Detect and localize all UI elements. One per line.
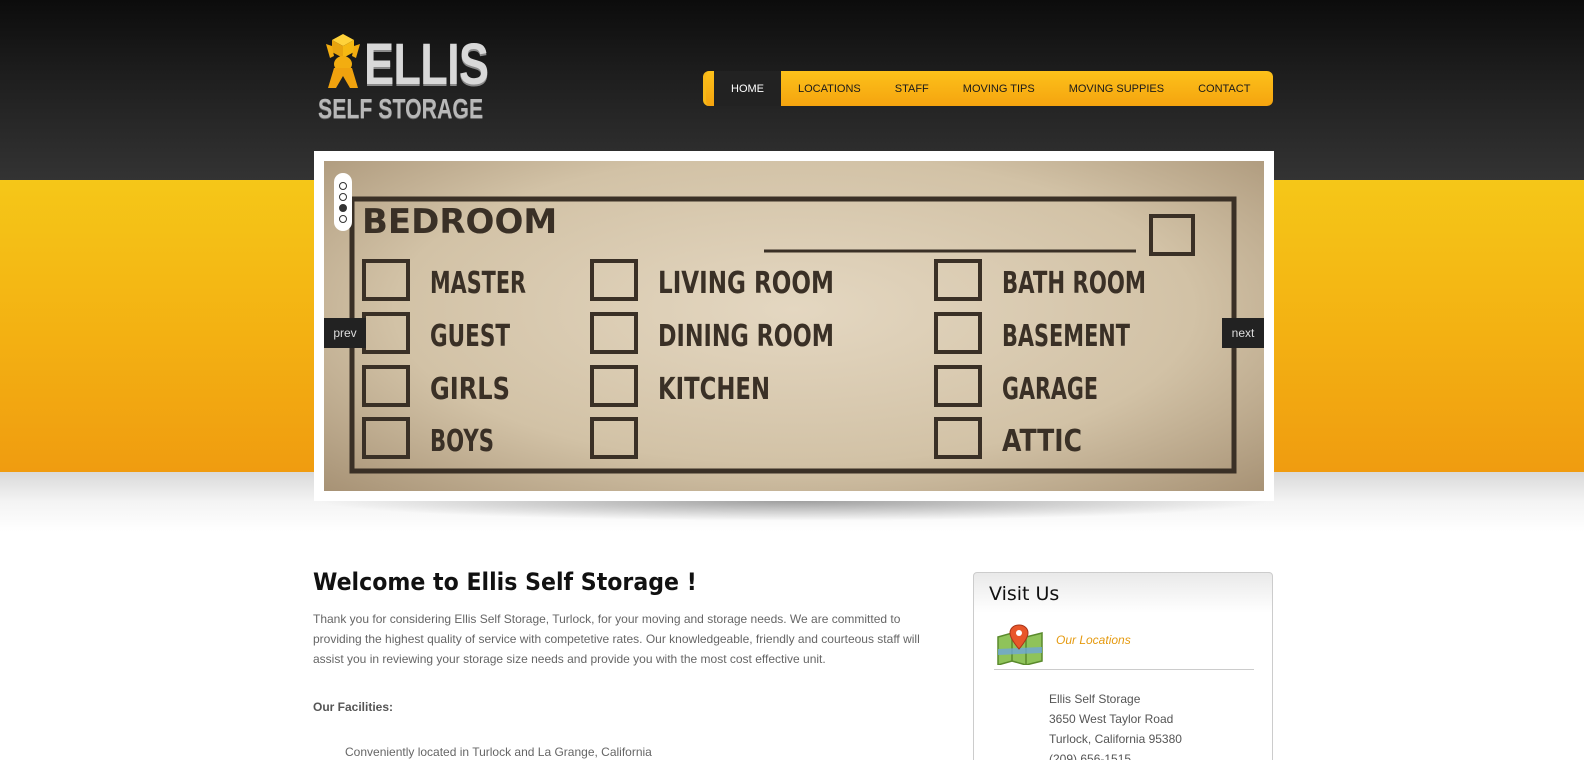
address-block: Ellis Self Storage 3650 West Taylor Road…: [1049, 689, 1182, 760]
intro-paragraph: Thank you for considering Ellis Self Sto…: [313, 612, 920, 666]
nav-staff[interactable]: STAFF: [878, 71, 946, 106]
visit-us-title: Visit Us: [989, 583, 1060, 605]
slider-dot-1[interactable]: [339, 181, 347, 190]
slide-label: BATH ROOM: [1002, 266, 1146, 301]
slide-label: ATTIC: [1002, 424, 1082, 459]
welcome-heading: Welcome to Ellis Self Storage !: [313, 568, 697, 596]
slide-checkbox: [590, 365, 638, 407]
slider-dot-4[interactable]: [339, 214, 347, 223]
logo-tagline: SELF STORAGE: [318, 93, 484, 124]
slide-checkbox: [934, 365, 982, 407]
nav-contact[interactable]: CONTACT: [1181, 71, 1267, 106]
nav-moving-tips[interactable]: MOVING TIPS: [946, 71, 1052, 106]
logo-wordmark: ELLIS: [364, 32, 489, 97]
image-slider: BEDROOM MASTER GUEST GIRLS BOYS LIVING ROOM D…: [314, 151, 1274, 501]
address-phone: (209) 656-1515: [1049, 752, 1132, 760]
welcome-suffix: !: [679, 568, 697, 596]
slide-checkbox: [590, 312, 638, 354]
slider-next-button[interactable]: next: [1222, 318, 1264, 348]
slide-label: LIVING ROOM: [658, 266, 834, 301]
welcome-brand: Ellis Self Storage: [466, 568, 680, 596]
slider-prev-button[interactable]: prev: [324, 318, 366, 348]
slider-dot-3[interactable]: [339, 203, 347, 212]
main-nav: HOME LOCATIONS STAFF MOVING TIPS MOVING …: [703, 71, 1273, 106]
slide-title: BEDROOM: [362, 202, 557, 242]
address-name: Ellis Self Storage: [1049, 692, 1141, 706]
slide-bedroom-label: BEDROOM MASTER GUEST GIRLS BOYS LIVING ROOM D…: [324, 161, 1264, 491]
address-street: 3650 West Taylor Road: [1049, 712, 1174, 726]
slide-label: KITCHEN: [658, 372, 770, 407]
slide-checkbox: [362, 417, 410, 459]
slider-shadow: [314, 501, 1274, 521]
facility-list-item: Conveniently located in Turlock and La G…: [345, 745, 652, 759]
visit-us-box: Visit Us Our Locations Ellis Self Storag…: [973, 572, 1273, 760]
slide-checkbox: [590, 259, 638, 301]
slide-label: BASEMENT: [1002, 319, 1130, 354]
slide-checkbox: [590, 417, 638, 459]
nav-moving-supplies[interactable]: MOVING SUPPIES: [1052, 71, 1181, 106]
address-city: Turlock, California 95380: [1049, 732, 1182, 746]
nav-locations[interactable]: LOCATIONS: [781, 71, 878, 106]
slide-checkbox: [934, 259, 982, 301]
map-pin-icon: [997, 624, 1043, 665]
slide-checkbox: [362, 312, 410, 354]
slide-label: MASTER: [430, 266, 526, 301]
facilities-heading: Our Facilities:: [313, 700, 394, 714]
slide-checkbox: [362, 365, 410, 407]
slide-checkbox: [934, 312, 982, 354]
slide-label: GUEST: [430, 319, 510, 354]
visit-divider: [994, 669, 1254, 670]
slide-label: BOYS: [430, 424, 494, 459]
nav-home[interactable]: HOME: [714, 71, 781, 106]
slide-checkbox: [934, 417, 982, 459]
welcome-prefix: Welcome to: [313, 568, 467, 596]
slide-label: DINING ROOM: [658, 319, 834, 354]
slide-label: GARAGE: [1002, 372, 1098, 407]
slide-label: GIRLS: [430, 372, 510, 407]
slider-pagination: [334, 173, 352, 231]
slide-checkbox: [362, 259, 410, 301]
slider-dot-2[interactable]: [339, 192, 347, 201]
site-logo[interactable]: ELLIS SELF STORAGE: [318, 32, 489, 128]
mover-icon: [326, 34, 360, 88]
our-locations-link[interactable]: Our Locations: [1056, 633, 1131, 647]
moving-box-label-image: BEDROOM MASTER GUEST GIRLS BOYS LIVING ROOM D…: [349, 196, 1237, 474]
